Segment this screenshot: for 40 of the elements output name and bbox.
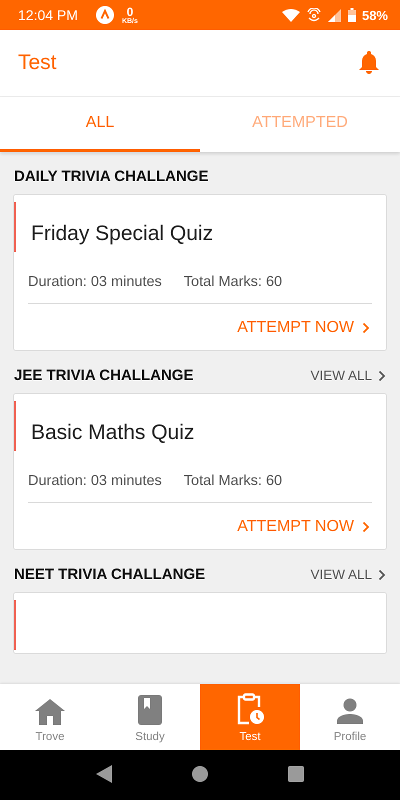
nav-tab[interactable]: Test <box>200 684 300 750</box>
tab[interactable]: ATTEMPTED <box>200 97 400 152</box>
quiz-marks: Total Marks: 60 <box>184 473 282 489</box>
section-heading: NEET TRIVIA CHALLANGE <box>14 566 206 583</box>
quiz-duration: Duration: 03 minutes <box>28 274 162 290</box>
person-icon <box>336 697 364 725</box>
chevron-icon <box>378 568 386 580</box>
home-icon <box>35 699 65 725</box>
view-all-link[interactable]: VIEW ALL <box>310 368 386 383</box>
chevron-icon <box>378 370 386 382</box>
hotspot-icon <box>306 8 322 22</box>
view-all-link[interactable]: VIEW ALL <box>310 567 386 582</box>
clipboard-clock-icon <box>236 693 264 725</box>
page-title: Test <box>18 51 57 75</box>
section-heading: JEE TRIVIA CHALLANGE <box>14 367 194 384</box>
battery-icon <box>348 8 356 22</box>
wifi-icon <box>282 8 300 22</box>
clock-time: 12:04 PM <box>18 7 78 23</box>
attempt-now-link[interactable]: ATTEMPT NOW <box>237 319 370 337</box>
quiz-marks: Total Marks: 60 <box>184 274 282 290</box>
tab[interactable]: ALL <box>0 97 200 152</box>
nav-tab[interactable]: Trove <box>0 684 100 750</box>
notification-bell-icon[interactable] <box>358 50 380 76</box>
recents-icon[interactable] <box>288 766 304 784</box>
quiz-title: Basic Maths Quiz <box>30 420 196 446</box>
quiz-title: Friday Special Quiz <box>30 221 214 247</box>
signal-icon <box>328 8 342 22</box>
nav-tab[interactable]: Study <box>100 684 200 750</box>
nav-tab[interactable]: Profile <box>300 684 400 750</box>
battery-percent: 58% <box>362 8 388 22</box>
quiz-duration: Duration: 03 minutes <box>28 473 162 489</box>
chevron-icon <box>362 521 370 533</box>
back-icon[interactable] <box>96 764 112 786</box>
data-speed: 0 <box>126 6 134 18</box>
home-button-icon[interactable] <box>192 766 208 784</box>
chevron-icon <box>362 322 370 334</box>
attempt-now-link[interactable]: ATTEMPT NOW <box>237 518 370 536</box>
book-icon <box>138 695 162 725</box>
app-logo-icon <box>96 6 114 24</box>
section-heading: DAILY TRIVIA CHALLANGE <box>14 168 208 185</box>
